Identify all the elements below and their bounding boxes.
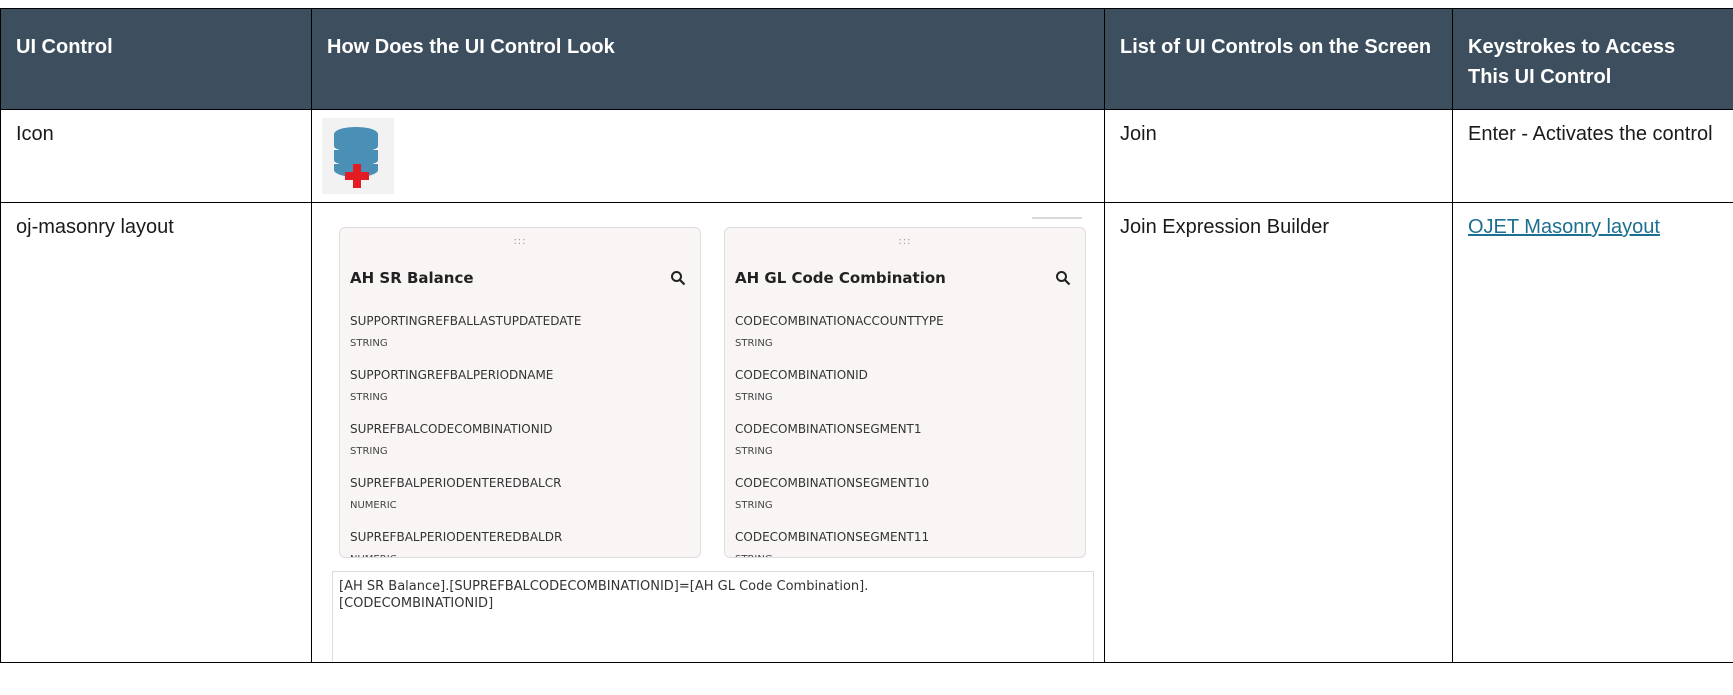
entity-card-ah-gl-code-combination[interactable]: ::: AH GL Code Combination CODECOMBINATI… xyxy=(724,227,1086,558)
field-name: SUPPORTINGREFBALLASTUPDATEDATE xyxy=(350,314,582,328)
table-row: oj-masonry layout ::: AH SR Balance SUPP… xyxy=(0,202,1733,663)
header-ui-control: UI Control xyxy=(0,8,312,110)
field-name: SUPREFBALPERIODENTEREDBALCR xyxy=(350,476,562,490)
field-name: CODECOMBINATIONID xyxy=(735,368,868,382)
field-list: SUPPORTINGREFBALLASTUPDATEDATE STRING SU… xyxy=(350,313,690,557)
divider xyxy=(1032,217,1082,219)
field-name: CODECOMBINATIONSEGMENT1 xyxy=(735,422,922,436)
list-item[interactable]: SUPPORTINGREFBALPERIODNAME STRING xyxy=(350,367,690,421)
entity-card-ah-sr-balance[interactable]: ::: AH SR Balance SUPPORTINGREFBALLASTUP… xyxy=(339,227,701,558)
database-add-icon xyxy=(322,118,394,194)
field-type: STRING xyxy=(735,500,773,511)
cell-keystrokes: OJET Masonry layout xyxy=(1452,202,1733,663)
cell-control-name: Icon xyxy=(0,109,312,203)
search-icon[interactable] xyxy=(1055,270,1071,286)
field-type: STRING xyxy=(735,446,773,457)
field-name: CODECOMBINATIONSEGMENT11 xyxy=(735,530,930,544)
list-item[interactable]: CODECOMBINATIONID STRING xyxy=(735,367,1075,421)
list-item[interactable]: CODECOMBINATIONSEGMENT11 STRING xyxy=(735,529,1075,557)
cell-screen-controls: Join Expression Builder xyxy=(1104,202,1453,663)
masonry-layout-screenshot: ::: AH SR Balance SUPPORTINGREFBALLASTUP… xyxy=(313,204,1104,662)
field-type: STRING xyxy=(735,338,773,349)
header-keystrokes: Keystrokes to Access This UI Control xyxy=(1452,8,1733,110)
list-item[interactable]: CODECOMBINATIONSEGMENT10 STRING xyxy=(735,475,1075,529)
cell-control-look: ::: AH SR Balance SUPPORTINGREFBALLASTUP… xyxy=(311,202,1105,663)
cell-control-name: oj-masonry layout xyxy=(0,202,312,663)
field-type: NUMERIC xyxy=(350,500,397,511)
field-name: CODECOMBINATIONACCOUNTTYPE xyxy=(735,314,944,328)
list-item[interactable]: SUPREFBALCODECOMBINATIONID STRING xyxy=(350,421,690,475)
expression-line: [AH SR Balance].[SUPREFBALCODECOMBINATIO… xyxy=(339,579,869,594)
table-header-row: UI Control How Does the UI Control Look … xyxy=(0,8,1733,110)
field-list: CODECOMBINATIONACCOUNTTYPE STRING CODECO… xyxy=(735,313,1075,557)
field-name: CODECOMBINATIONSEGMENT10 xyxy=(735,476,930,490)
card-title: AH SR Balance xyxy=(350,269,474,287)
field-name: SUPREFBALPERIODENTEREDBALDR xyxy=(350,530,563,544)
list-item[interactable]: CODECOMBINATIONSEGMENT1 STRING xyxy=(735,421,1075,475)
field-type: STRING xyxy=(350,392,388,403)
list-item[interactable]: SUPREFBALPERIODENTEREDBALCR NUMERIC xyxy=(350,475,690,529)
card-title: AH GL Code Combination xyxy=(735,269,946,287)
field-name: SUPPORTINGREFBALPERIODNAME xyxy=(350,368,554,382)
search-icon[interactable] xyxy=(670,270,686,286)
drag-handle-icon[interactable]: ::: xyxy=(725,236,1085,248)
field-type: NUMERIC xyxy=(350,553,690,557)
cell-control-look xyxy=(311,109,1105,203)
field-name: SUPREFBALCODECOMBINATIONID xyxy=(350,422,553,436)
header-control-look: How Does the UI Control Look xyxy=(311,8,1105,110)
cell-screen-controls: Join xyxy=(1104,109,1453,203)
field-type: STRING xyxy=(350,446,388,457)
field-type: STRING xyxy=(350,338,388,349)
field-type: STRING xyxy=(735,392,773,403)
ojet-masonry-layout-link[interactable]: OJET Masonry layout xyxy=(1468,216,1660,238)
ui-controls-table: UI Control How Does the UI Control Look … xyxy=(0,8,1733,663)
field-type: STRING xyxy=(735,553,1075,557)
cell-keystrokes: Enter - Activates the control xyxy=(1452,109,1733,203)
expression-line: [CODECOMBINATIONID] xyxy=(339,596,494,611)
drag-handle-icon[interactable]: ::: xyxy=(340,236,700,248)
join-expression-field[interactable]: [AH SR Balance].[SUPREFBALCODECOMBINATIO… xyxy=(332,571,1094,662)
list-item[interactable]: SUPPORTINGREFBALLASTUPDATEDATE STRING xyxy=(350,313,690,367)
header-controls-list: List of UI Controls on the Screen xyxy=(1104,8,1453,110)
list-item[interactable]: SUPREFBALPERIODENTEREDBALDR NUMERIC xyxy=(350,529,690,557)
list-item[interactable]: CODECOMBINATIONACCOUNTTYPE STRING xyxy=(735,313,1075,367)
table-row: Icon Join Enter - Activates the control xyxy=(0,109,1733,203)
